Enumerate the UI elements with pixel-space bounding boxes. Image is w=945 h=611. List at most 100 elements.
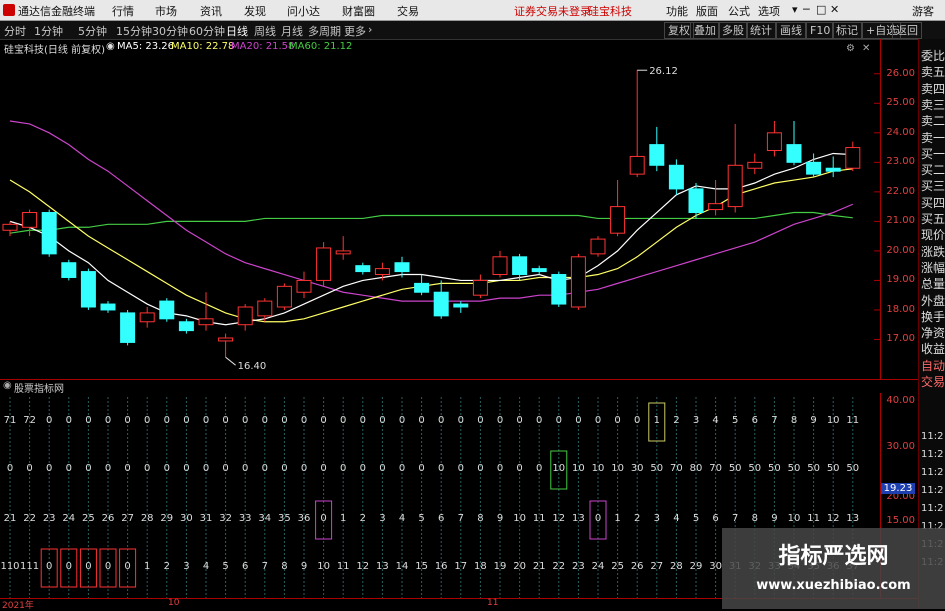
btn-tongji[interactable]: 统计 (746, 22, 776, 39)
menu-gongshi[interactable]: 公式 (728, 3, 750, 19)
maximize-icon[interactable]: □ (816, 3, 826, 16)
menu-wenxiaoda[interactable]: 问小达 (287, 3, 320, 19)
indicator-value: 12 (826, 513, 840, 524)
indicator-value: 0 (222, 463, 229, 474)
candle (786, 121, 802, 166)
candle (629, 70, 645, 178)
side-label: 买二 (921, 163, 945, 178)
indicator-value: 50 (787, 463, 801, 474)
side-label: 总量 (921, 277, 945, 292)
candle (80, 268, 96, 310)
indicator-value: 7 (261, 561, 268, 572)
indicator-value: 7 (771, 415, 778, 426)
side-label: 涨跌 (921, 244, 945, 259)
indicator-value: 8 (281, 561, 288, 572)
btn-huaxian[interactable]: 画线 (776, 22, 806, 39)
btn-duogu[interactable]: 多股 (718, 22, 748, 39)
indicator-value: 0 (634, 415, 641, 426)
period-more[interactable]: 更多 (344, 23, 366, 39)
indicator-value: 0 (65, 561, 72, 572)
candle (845, 141, 861, 172)
candle (316, 242, 332, 287)
period-fenshi[interactable]: 分时 (4, 23, 26, 39)
close-icon[interactable]: ✕ (830, 3, 839, 16)
indicator-value: 36 (297, 513, 311, 524)
indicator-value: 0 (320, 513, 327, 524)
indicator-value: 70 (709, 463, 722, 474)
candle (610, 180, 626, 237)
period-1min[interactable]: 1分钟 (34, 23, 63, 39)
indicator-dot-icon: ◉ (3, 380, 12, 391)
indicator-value: 24 (591, 561, 605, 572)
menu-shichang[interactable]: 市场 (155, 3, 177, 19)
watermark-url: www.xuezhibiao.com (756, 578, 911, 593)
indicator-value: 10 (787, 513, 801, 524)
indicator-value: 8 (477, 513, 484, 524)
indicator-value: 31 (199, 513, 213, 524)
period-weekly[interactable]: 周线 (254, 23, 276, 39)
candle (237, 304, 253, 331)
guest-label[interactable]: 游客 (912, 3, 934, 19)
login-notice[interactable]: 证券交易未登录 (514, 3, 591, 19)
kline-chart-panel[interactable]: 硅宝科技(日线 前复权) ◉ MA5: 23.26 MA10: 22.78 MA… (0, 39, 880, 379)
indicator-value: 21 (3, 513, 17, 524)
period-daily[interactable]: 日线 (226, 23, 248, 39)
indicator-value: 5 (732, 415, 739, 426)
chevron-right-icon[interactable]: › (368, 23, 372, 36)
side-label[interactable]: 交易 (921, 373, 945, 390)
indicator-value: 0 (261, 463, 268, 474)
period-60min[interactable]: 60分钟 (189, 23, 225, 39)
indicator-value: 0 (320, 415, 327, 426)
low-pointer (225, 356, 236, 366)
indicator-header: ◉ 股票指标网 (0, 379, 918, 395)
period-5min[interactable]: 5分钟 (78, 23, 107, 39)
period-30min[interactable]: 30分钟 (152, 23, 188, 39)
candle (296, 271, 312, 299)
candle (551, 271, 567, 307)
indicator-value: 0 (496, 463, 504, 474)
menu-gongneng[interactable]: 功能 (666, 3, 688, 19)
indicator-value: 1 (653, 415, 660, 426)
menu-faxian[interactable]: 发现 (244, 3, 266, 19)
trade-time: 11:2 (921, 449, 944, 460)
menu-hangqing[interactable]: 行情 (112, 3, 134, 19)
period-monthly[interactable]: 月线 (281, 23, 303, 39)
app-logo-icon (3, 4, 15, 16)
indicator-value: 0 (261, 415, 268, 426)
menu-banmian[interactable]: 版面 (696, 3, 718, 19)
date-label-oct: 10 (168, 598, 180, 608)
indicator-value: 8 (790, 415, 798, 426)
indicator-value: 0 (418, 463, 425, 474)
btn-f10[interactable]: F10 (806, 22, 835, 39)
indicator-value: 80 (689, 463, 703, 474)
btn-diejia[interactable]: 叠加 (690, 22, 720, 39)
menu-caifuquan[interactable]: 财富圈 (342, 3, 375, 19)
indicator-value: 0 (183, 415, 190, 426)
restore-icon[interactable]: ─ (803, 3, 810, 16)
indicator-value: 0 (242, 415, 249, 426)
menu-jiaoyi[interactable]: 交易 (397, 3, 419, 19)
indicator-value: 23 (42, 513, 56, 524)
indicator-value: 2 (634, 513, 641, 524)
indicator-value: 50 (846, 463, 860, 474)
menu-xuanxiang[interactable]: 选项 (758, 3, 780, 19)
indicator-value: 0 (594, 415, 602, 426)
indicator-value: 25 (611, 561, 624, 572)
indicator-value: 34 (258, 513, 272, 524)
indicator-value: 6 (751, 415, 758, 426)
price-tick-label: 25.00 (886, 97, 915, 109)
period-15min[interactable]: 15分钟 (116, 23, 152, 39)
period-multi[interactable]: 多周期 (308, 23, 341, 39)
menu-zixun[interactable]: 资讯 (200, 3, 222, 19)
watermark-box: 指标严选网 www.xuezhibiao.com (722, 528, 945, 609)
indicator-value: 0 (104, 463, 112, 474)
btn-back[interactable]: 返回 (892, 22, 922, 39)
minimize-icon[interactable]: ▾ (792, 3, 798, 16)
indicator-value: 0 (46, 463, 53, 474)
btn-biaoji[interactable]: 标记 (832, 22, 862, 39)
side-label: 买五 (921, 212, 945, 226)
side-label[interactable]: 自动 (921, 357, 945, 374)
side-label: 卖四 (921, 81, 945, 96)
indicator-value: 0 (438, 415, 445, 426)
candle (453, 301, 469, 313)
